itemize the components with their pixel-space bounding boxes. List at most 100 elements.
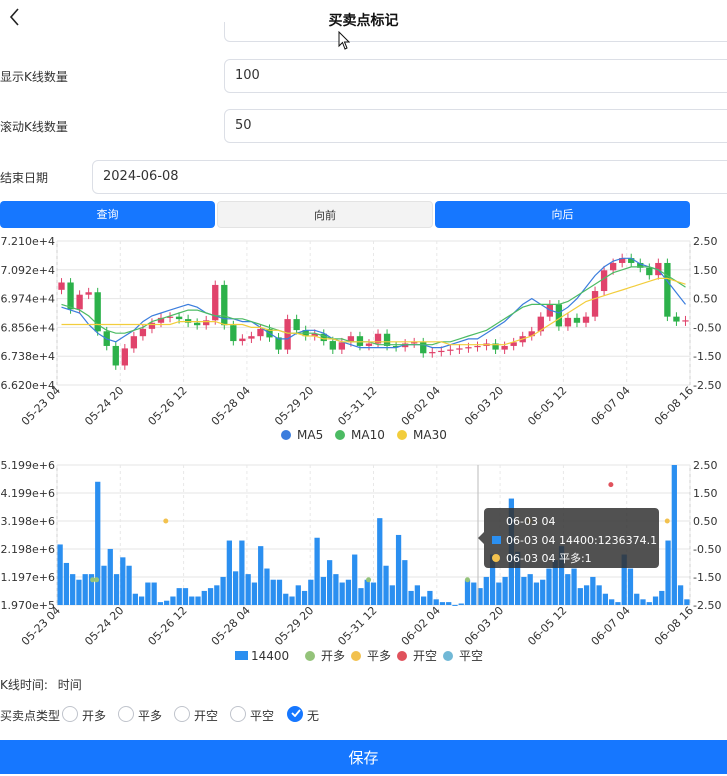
candle-body — [329, 341, 336, 350]
x-tick-label: 06-05 12 — [525, 604, 569, 648]
volume-bar — [583, 585, 590, 605]
legend-label: MA10 — [351, 428, 385, 442]
end-date-input[interactable]: 2024-06-08 — [92, 160, 727, 194]
volume-bar — [57, 544, 63, 605]
backward-button[interactable]: 向后 — [435, 201, 690, 228]
volume-bar — [652, 596, 659, 605]
volume-bar — [590, 576, 596, 605]
y-left-tick-label: 2.198e+6 — [1, 543, 55, 556]
candle-body — [456, 348, 463, 350]
scroll-count-label: 滚动K线数量 — [0, 120, 68, 134]
candle-body — [121, 348, 128, 366]
volume-bar — [364, 579, 370, 605]
volume-bar — [333, 574, 339, 605]
radio-circle[interactable] — [174, 706, 190, 722]
volume-bar — [596, 585, 602, 605]
volume-bar — [101, 565, 107, 605]
signal-marker — [608, 482, 614, 488]
volume-bar — [389, 585, 395, 605]
query-button[interactable]: 查询 — [0, 201, 215, 228]
point-type-label: 买卖点类型 — [0, 709, 61, 723]
candle-body — [447, 349, 454, 351]
y-right-tick-label: -1.50 — [693, 350, 721, 363]
y-right-tick-label: -1.50 — [693, 571, 721, 584]
candle-body — [67, 282, 74, 310]
volume-bar — [276, 579, 283, 605]
candle-body — [420, 342, 427, 354]
radio-circle[interactable] — [230, 706, 246, 722]
candle-body — [175, 316, 183, 320]
y-left-tick-label: 4.199e+6 — [1, 487, 55, 500]
back-arrow-icon[interactable] — [6, 6, 24, 28]
signal-marker — [664, 518, 670, 524]
volume-bar — [245, 574, 251, 605]
end-date-label: 结束日期 — [0, 171, 49, 185]
candle-body — [239, 338, 246, 342]
volume-bar — [82, 574, 88, 605]
x-tick-label: 06-08 16 — [652, 604, 696, 648]
candle-body — [365, 343, 373, 346]
candle-body — [230, 325, 237, 342]
volume-bar — [496, 582, 502, 605]
kline-time-row: K线时间: 时间 — [0, 676, 82, 693]
x-tick-label: 05-29 20 — [272, 384, 316, 428]
volume-bar — [308, 579, 314, 605]
y-right-tick-label: 2.50 — [693, 459, 718, 472]
radio-circle[interactable] — [62, 706, 78, 722]
volume-bar — [671, 465, 677, 605]
volume-bar — [232, 571, 239, 605]
radio-circle-checked[interactable] — [287, 706, 303, 722]
y-right-tick-label: 1.50 — [693, 264, 718, 277]
candle-body — [184, 319, 192, 323]
candle-body — [193, 322, 201, 326]
candle-body — [338, 342, 346, 350]
candle-body — [664, 262, 671, 317]
forward-button[interactable]: 向前 — [217, 201, 433, 228]
volume-bar — [176, 588, 182, 605]
candle-body — [465, 347, 472, 349]
volume-bar — [521, 576, 527, 605]
x-tick-label: 05-28 04 — [209, 604, 253, 648]
y-left-tick-label: 6.738e+4 — [1, 350, 55, 363]
candle-body — [257, 328, 264, 337]
x-tick-label: 05-26 12 — [146, 384, 190, 428]
radio-open-long-label: 开多 — [82, 709, 107, 723]
volume-bar — [383, 565, 389, 605]
signal-marker — [163, 518, 169, 524]
volume-bar — [264, 568, 270, 605]
volume-bar — [565, 574, 571, 605]
nav-button-row: 查询 向前 向后 — [0, 201, 727, 228]
volume-bar — [533, 582, 540, 605]
candle-body — [555, 304, 563, 327]
kline-count-input[interactable]: 100 — [224, 59, 727, 93]
y-left-tick-label: 5.199e+6 — [1, 459, 55, 472]
volume-bar — [113, 574, 120, 605]
tooltip-title: 06-03 04 — [506, 515, 555, 528]
volume-bar — [145, 582, 151, 605]
volume-chart[interactable]: 5.199e+6 2.50 4.199e+6 1.50 3.198e+6 0.50 2.19… — [0, 448, 727, 670]
volume-bar — [63, 562, 70, 605]
volume-bar — [684, 599, 690, 605]
volume-bar — [377, 518, 383, 605]
save-button[interactable]: 保存 — [0, 740, 727, 774]
volume-bar — [189, 596, 195, 605]
legend-swatch — [351, 651, 361, 661]
y-right-tick-label: 2.50 — [693, 235, 718, 248]
volume-bar — [502, 576, 508, 605]
legend-swatch — [443, 651, 453, 661]
radio-close-long-label: 平多 — [138, 709, 163, 723]
scroll-count-input[interactable]: 50 — [224, 109, 727, 143]
volume-bar — [358, 588, 364, 605]
volume-bar — [70, 574, 76, 605]
volume-bar — [314, 537, 320, 605]
x-tick-label: 06-05 12 — [525, 384, 569, 428]
legend-label: MA5 — [297, 428, 323, 442]
volume-bar — [207, 588, 214, 605]
radio-circle[interactable] — [118, 706, 134, 722]
y-left-tick-label: 3.198e+6 — [1, 515, 55, 528]
kline-chart[interactable]: 7.210e+4 2.50 7.092e+4 1.50 6.974e+4 0.50 6.85… — [0, 230, 727, 445]
x-tick-label: 05-31 12 — [335, 384, 379, 428]
volume-bar — [214, 585, 220, 605]
top-input-field[interactable] — [224, 22, 727, 42]
candle-body — [609, 262, 617, 271]
